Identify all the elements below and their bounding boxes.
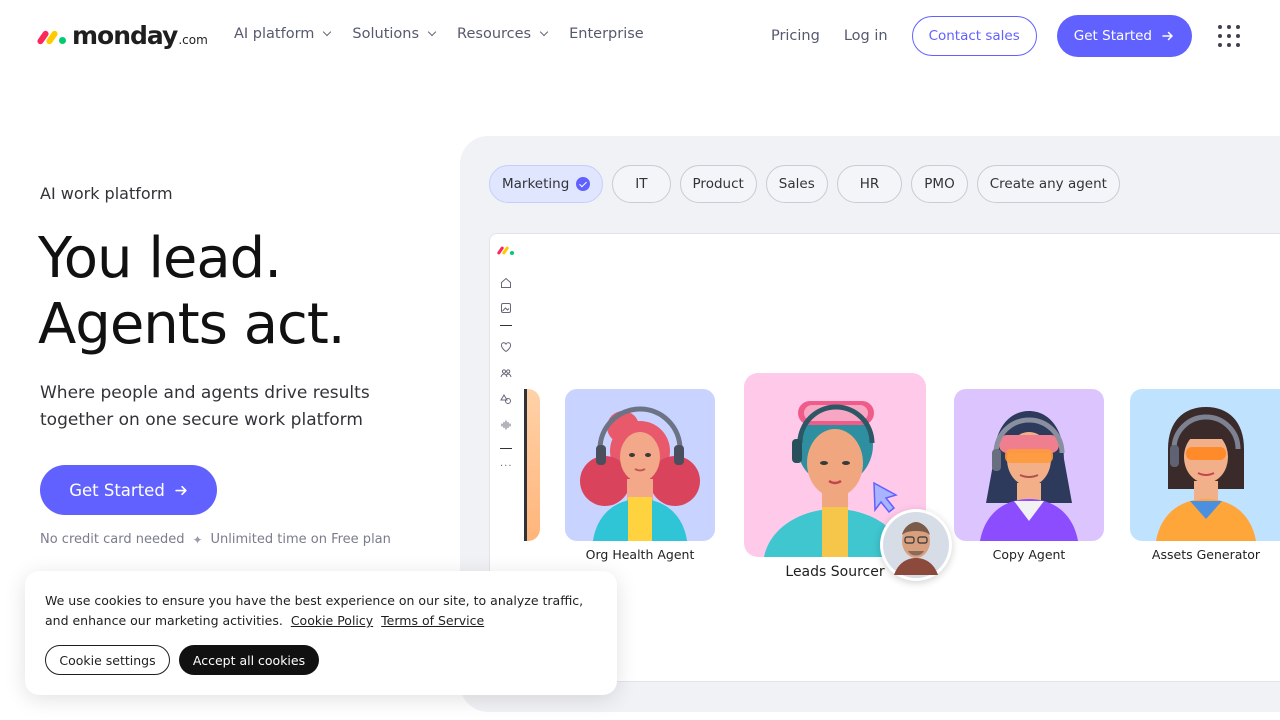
chevron-down-icon (427, 27, 437, 37)
cookie-policy-link[interactable]: Cookie Policy (291, 613, 373, 628)
get-started-header-button[interactable]: Get Started (1056, 15, 1192, 57)
nav-solutions[interactable]: Solutions (352, 26, 437, 42)
hero-subtext: Where people and agents drive results to… (40, 383, 370, 430)
nav-solutions-label: Solutions (352, 26, 420, 42)
tab-product[interactable]: Product (679, 165, 757, 203)
heart-icon (500, 341, 512, 353)
sidebar-divider (500, 448, 512, 450)
agent-avatar-partial (524, 389, 540, 541)
agent-card[interactable]: Copy Agent (954, 389, 1104, 569)
headline-line-2: Agents act. (38, 292, 346, 357)
agent-card-partial[interactable] (524, 389, 540, 541)
logo-suffix: .com (178, 33, 208, 47)
accept-all-cookies-button[interactable]: Accept all cookies (179, 645, 319, 675)
nav-ai-platform[interactable]: AI platform (234, 26, 332, 42)
fine-free-plan: Unlimited time on Free plan (210, 532, 391, 547)
get-started-hero-label: Get Started (69, 480, 165, 500)
hero-fine-print: No credit card needed ✦ Unlimited time o… (40, 532, 391, 547)
tab-sales-label: Sales (778, 176, 815, 192)
accept-cookies-label: Accept all cookies (192, 652, 306, 668)
top-nav: monday .com AI platform Solutions Resour… (0, 0, 1280, 72)
nav-resources[interactable]: Resources (457, 26, 549, 42)
tab-it-label: IT (635, 176, 648, 192)
monday-logo[interactable]: monday .com (36, 20, 208, 50)
nav-resources-label: Resources (457, 26, 532, 42)
arrow-right-icon (175, 485, 187, 495)
get-started-hero-button[interactable]: Get Started (40, 465, 217, 515)
tab-pmo[interactable]: PMO (911, 165, 968, 203)
login-link[interactable]: Log in (844, 28, 888, 44)
hero-eyebrow: AI work platform (40, 184, 173, 203)
sparkle-icon: ✦ (192, 532, 203, 547)
tab-marketing-label: Marketing (502, 176, 570, 192)
tab-sales[interactable]: Sales (765, 165, 828, 203)
contact-sales-button[interactable]: Contact sales (911, 16, 1037, 56)
nav-enterprise[interactable]: Enterprise (569, 26, 644, 42)
hero-headline: You lead. Agents act. (38, 226, 346, 358)
headline-line-1: You lead. (38, 226, 282, 291)
cookie-settings-label: Cookie settings (59, 652, 156, 668)
nav-enterprise-label: Enterprise (569, 26, 644, 42)
cookie-message: We use cookies to ensure you have the be… (45, 591, 585, 631)
tab-product-label: Product (692, 176, 744, 192)
fine-no-card: No credit card needed (40, 532, 185, 547)
audio-wave-icon (500, 419, 512, 431)
sidebar-divider (500, 325, 512, 327)
tab-create-any-agent[interactable]: Create any agent (976, 165, 1120, 203)
agent-avatar-org-health (565, 389, 715, 541)
contact-sales-label: Contact sales (928, 28, 1020, 44)
agent-card-featured[interactable]: Leads Sourcer (744, 373, 952, 585)
nav-actions: Pricing Log in Contact sales Get Started (771, 15, 1240, 57)
agent-card[interactable]: Assets Generator (1130, 389, 1280, 569)
monday-logo-icon (496, 245, 517, 256)
tab-create-any-agent-label: Create any agent (989, 176, 1107, 192)
home-icon (500, 277, 512, 289)
chevron-down-icon (539, 27, 549, 37)
agent-card[interactable]: Org Health Agent (565, 389, 715, 569)
chevron-down-icon (323, 27, 332, 37)
nav-ai-platform-label: AI platform (234, 26, 315, 42)
tab-it[interactable]: IT (612, 165, 671, 203)
agent-name: Org Health Agent (585, 547, 695, 562)
tab-marketing[interactable]: Marketing (489, 165, 604, 203)
check-circle-icon (576, 177, 591, 191)
tab-pmo-label: PMO (924, 176, 955, 192)
agent-name: Assets Generator (1151, 547, 1261, 562)
get-started-header-label: Get Started (1073, 28, 1152, 44)
cookie-settings-button[interactable]: Cookie settings (45, 645, 170, 675)
agent-name: Copy Agent (992, 547, 1066, 562)
monday-logo-icon (36, 28, 68, 46)
people-icon (500, 367, 512, 379)
agent-avatar-assets (1130, 389, 1280, 541)
terms-of-service-link[interactable]: Terms of Service (381, 613, 484, 628)
cookie-banner: We use cookies to ensure you have the be… (25, 571, 617, 695)
arrow-right-icon (1162, 31, 1173, 41)
agent-avatar-copy (954, 389, 1104, 541)
main-menu: AI platform Solutions Resources Enterpri… (234, 26, 644, 42)
tab-hr-label: HR (859, 176, 880, 192)
image-icon (500, 302, 512, 314)
more-icon[interactable]: ··· (500, 461, 513, 472)
pricing-link[interactable]: Pricing (771, 28, 820, 44)
user-avatar (880, 509, 952, 581)
shapes-icon (500, 393, 512, 405)
tab-hr[interactable]: HR (836, 165, 903, 203)
logo-wordmark: monday (72, 21, 178, 50)
department-tabs: Marketing IT Product Sales HR PMO Create… (489, 165, 1120, 203)
apps-grid-icon[interactable] (1218, 25, 1240, 47)
